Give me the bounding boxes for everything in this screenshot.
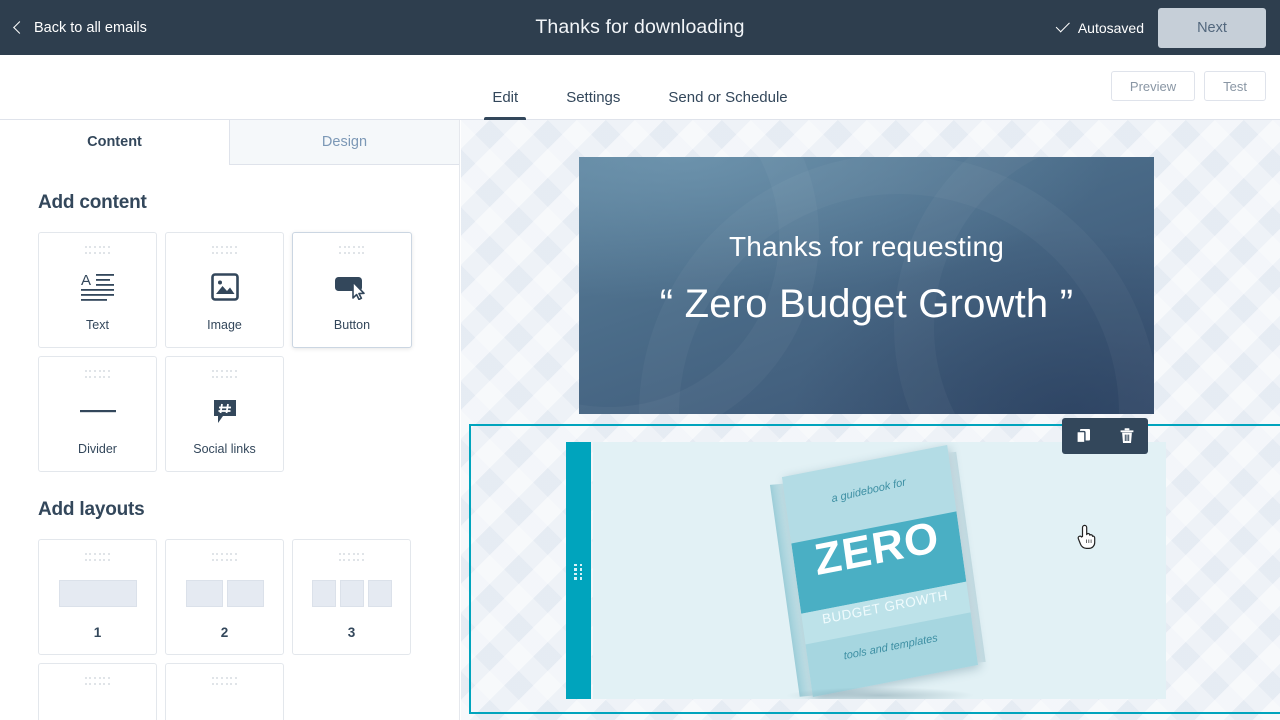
sidebar-tab-design[interactable]: Design <box>229 120 459 165</box>
book-cover: a guidebook for ZERO BUDGET GROWTH tools… <box>781 444 978 697</box>
test-button[interactable]: Test <box>1204 71 1266 101</box>
email-hero-module[interactable]: Thanks for requesting “ Zero Budget Grow… <box>579 157 1154 414</box>
module-label: Divider <box>78 442 117 456</box>
module-card-divider[interactable]: Divider <box>38 356 157 472</box>
drag-dots-icon <box>84 370 111 379</box>
hero-line-1: Thanks for requesting <box>728 231 1004 262</box>
social-links-icon <box>166 379 283 442</box>
editor-tabs: Edit Settings Send or Schedule <box>0 55 1280 120</box>
row-drag-handle[interactable] <box>566 442 591 699</box>
autosaved-status: Autosaved <box>1055 18 1144 36</box>
preview-button[interactable]: Preview <box>1110 71 1196 101</box>
layout-grid: 1 2 3 <box>38 539 421 720</box>
layout-card-1[interactable]: 1 <box>38 539 157 655</box>
duplicate-button[interactable] <box>1069 421 1099 451</box>
module-label: Text <box>86 318 109 332</box>
layout-label: 3 <box>347 625 356 640</box>
trash-icon <box>1120 428 1133 443</box>
image-icon <box>166 255 283 318</box>
drag-dots-icon <box>574 563 583 580</box>
editor-tab-bar: Edit Settings Send or Schedule Preview T… <box>0 55 1280 120</box>
module-card-text[interactable]: A Text <box>38 232 157 348</box>
sidebar-tab-content[interactable]: Content <box>0 120 229 165</box>
sidebar-tabs: Content Design <box>0 120 459 165</box>
book-image: a guidebook for ZERO BUDGET GROWTH tools… <box>769 444 986 699</box>
layout-card-2[interactable]: 2 <box>165 539 284 655</box>
module-selection-toolbar <box>1062 418 1148 454</box>
layout-preview <box>166 686 283 720</box>
layout-label: 2 <box>220 625 229 640</box>
check-icon <box>1055 18 1070 33</box>
layout-preview <box>39 562 156 625</box>
content-module-grid: A Text Image Button Divider Social links <box>38 232 421 472</box>
email-canvas[interactable]: Thanks for requesting “ Zero Budget Grow… <box>461 120 1280 720</box>
module-card-button[interactable]: Button <box>292 232 412 348</box>
drag-dots-icon <box>211 677 238 686</box>
layout-card-5[interactable] <box>165 663 284 720</box>
next-button[interactable]: Next <box>1158 7 1266 48</box>
add-layouts-heading: Add layouts <box>38 499 145 520</box>
tab-edit[interactable]: Edit <box>468 89 542 120</box>
add-content-heading: Add content <box>38 192 147 213</box>
text-icon: A <box>39 255 156 318</box>
email-image-module[interactable]: a guidebook for ZERO BUDGET GROWTH tools… <box>593 442 1166 699</box>
svg-text:A: A <box>81 272 91 289</box>
drag-dots-icon <box>84 246 111 255</box>
hero-line-2: “ Zero Budget Growth ” <box>659 282 1074 326</box>
drag-dots-icon <box>84 553 111 562</box>
drag-dots-icon <box>338 553 365 562</box>
book-shadow <box>784 686 975 699</box>
drag-dots-icon <box>211 553 238 562</box>
copy-icon <box>1076 429 1090 444</box>
tab-send-or-schedule[interactable]: Send or Schedule <box>644 89 811 120</box>
drag-dots-icon <box>339 246 365 255</box>
module-label: Image <box>207 318 242 332</box>
module-card-social-links[interactable]: Social links <box>165 356 284 472</box>
editor-sidebar: Content Design Add content A Text Image … <box>0 120 460 720</box>
layout-card-3[interactable]: 3 <box>292 539 411 655</box>
book-3d: a guidebook for ZERO BUDGET GROWTH tools… <box>769 444 986 697</box>
autosaved-label: Autosaved <box>1077 19 1144 36</box>
topbar-actions: Autosaved Next <box>1055 7 1266 48</box>
layout-card-4[interactable] <box>38 663 157 720</box>
module-label: Button <box>333 318 371 332</box>
module-label: Social links <box>193 442 256 456</box>
chevron-left-icon <box>13 21 26 34</box>
drag-dots-icon <box>84 677 111 686</box>
back-to-all-emails-link[interactable]: Back to all emails <box>13 19 147 36</box>
tab-settings[interactable]: Settings <box>542 89 644 120</box>
back-link-label: Back to all emails <box>34 19 147 36</box>
top-bar: Back to all emails Thanks for downloadin… <box>0 0 1280 55</box>
divider-icon <box>39 379 156 442</box>
layout-label: 1 <box>93 625 102 640</box>
delete-button[interactable] <box>1112 421 1142 451</box>
layout-preview <box>166 562 283 625</box>
drag-dots-icon <box>211 246 238 255</box>
tabbar-actions: Preview Test <box>1110 71 1266 101</box>
drag-dots-icon <box>211 370 238 379</box>
button-icon <box>293 255 411 318</box>
sidebar-body: Add content A Text Image Button Divider … <box>0 192 459 720</box>
selected-email-row[interactable]: a guidebook for ZERO BUDGET GROWTH tools… <box>469 424 1280 714</box>
module-card-image[interactable]: Image <box>165 232 284 348</box>
layout-preview <box>293 562 410 625</box>
layout-preview <box>39 686 156 720</box>
